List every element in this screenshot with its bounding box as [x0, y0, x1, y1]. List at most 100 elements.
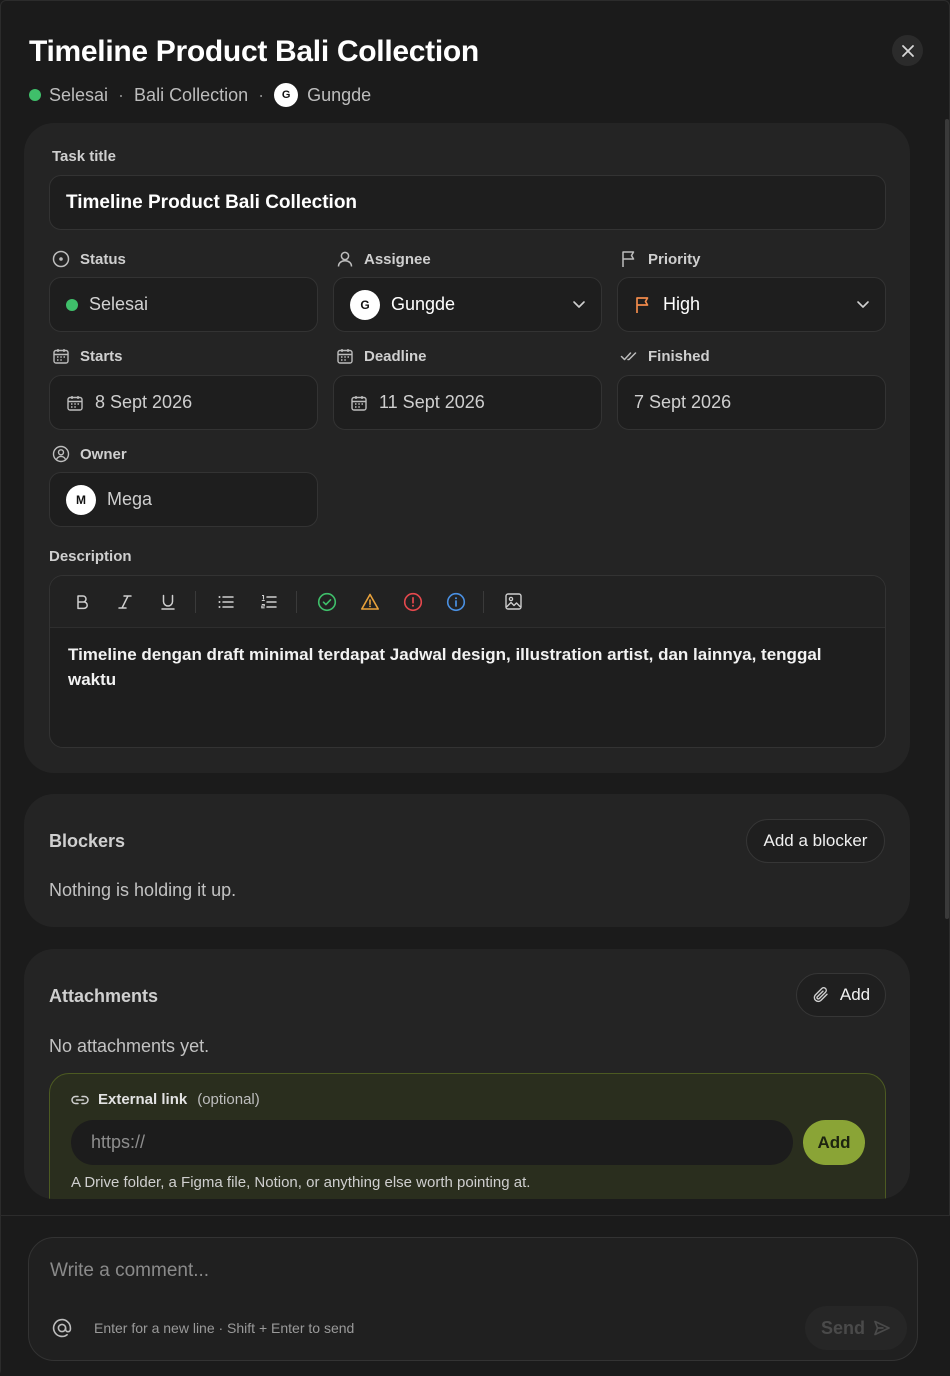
bold-button[interactable] [68, 588, 95, 615]
comment-hint: Enter for a new line · Shift + Enter to … [94, 1320, 355, 1336]
header: Timeline Product Bali Collection Selesai… [29, 35, 921, 107]
attachments-title: Attachments [49, 986, 159, 1006]
add-attachment-button[interactable]: Add [796, 973, 886, 1017]
editor-toolbar [50, 576, 885, 628]
status-label: Status [52, 250, 126, 268]
starts-label-text: Starts [80, 347, 123, 365]
chevron-down-icon [573, 301, 585, 308]
toolbar-divider [296, 590, 297, 613]
page-title: Timeline Product Bali Collection [29, 35, 479, 68]
owner-value: Mega [107, 489, 153, 509]
avatar: M [66, 484, 96, 515]
breadcrumb-separator: · [258, 84, 265, 105]
bullet-list-icon [218, 595, 234, 608]
assignee-label-text: Assignee [364, 250, 431, 268]
status-dot-icon [66, 298, 78, 311]
external-url-input[interactable]: https:// [71, 1120, 793, 1165]
breadcrumb-separator: · [118, 84, 125, 105]
alert-circle-icon [403, 592, 422, 611]
starts-date-field[interactable]: 8 Sept 2026 [49, 375, 318, 430]
numbered-list-button[interactable] [255, 588, 282, 615]
error-callout-button[interactable] [399, 588, 426, 615]
calendar-icon [53, 349, 69, 364]
task-detail-panel: Timeline Product Bali Collection Selesai… [0, 0, 950, 1376]
user-icon [337, 251, 353, 267]
priority-select[interactable]: High [617, 277, 886, 332]
numbered-list-icon [260, 594, 277, 608]
breadcrumb-status: Selesai [49, 84, 109, 105]
status-value: Selesai [89, 294, 149, 314]
breadcrumb-project[interactable]: Bali Collection [134, 85, 248, 106]
warning-callout-button[interactable] [356, 588, 383, 615]
description-editor[interactable]: Timeline dengan draft minimal terdapat J… [49, 575, 886, 748]
external-link-label: External link (optional) [70, 1091, 260, 1108]
comment-footer: Write a comment... Enter for a new line … [1, 1215, 950, 1376]
priority-label-text: Priority [648, 250, 701, 268]
comment-composer[interactable]: Write a comment... Enter for a new line … [28, 1237, 918, 1361]
avatar: G [274, 83, 299, 107]
finished-label: Finished [620, 347, 710, 365]
finished-value: 7 Sept 2026 [634, 392, 732, 412]
status-field[interactable]: Selesai [49, 277, 318, 332]
finished-date-field[interactable]: 7 Sept 2026 [617, 375, 886, 430]
starts-value: 8 Sept 2026 [95, 392, 193, 412]
check-circle-icon [317, 592, 336, 611]
calendar-icon [67, 395, 83, 411]
image-icon [505, 593, 522, 610]
attachments-empty-text: No attachments yet. [49, 1036, 210, 1056]
attachments-card: Attachments Add No attachments yet. Exte… [24, 949, 910, 1199]
paperclip-icon [813, 987, 828, 1003]
warning-icon [360, 593, 379, 610]
info-callout-button[interactable] [442, 588, 469, 615]
breadcrumb: Selesai · Bali Collection · G Gungde [29, 83, 921, 107]
status-dot-icon [29, 89, 41, 101]
underline-button[interactable] [154, 588, 181, 615]
task-title-label: Task title [52, 148, 116, 165]
finished-label-text: Finished [648, 347, 710, 365]
chevron-down-icon [857, 301, 869, 308]
starts-label: Starts [52, 347, 123, 365]
deadline-date-field[interactable]: 11 Sept 2026 [333, 375, 602, 430]
external-link-hint: A Drive folder, a Figma file, Notion, or… [71, 1174, 531, 1191]
owner-field[interactable]: M Mega [49, 472, 318, 527]
toolbar-divider [483, 590, 484, 613]
calendar-icon [351, 395, 367, 411]
assignee-select[interactable]: G Gungde [333, 277, 602, 332]
close-button[interactable] [892, 35, 923, 66]
send-icon [874, 1320, 890, 1336]
external-link-label-text: External link [98, 1091, 188, 1108]
flag-icon [636, 296, 649, 313]
italic-icon [117, 594, 132, 609]
owner-label: Owner [52, 445, 127, 463]
comment-input[interactable]: Write a comment... [50, 1260, 209, 1282]
calendar-icon [337, 349, 353, 364]
blockers-card: Blockers Add a blocker Nothing is holdin… [24, 794, 910, 927]
add-external-link-button[interactable]: Add [803, 1120, 865, 1165]
user-circle-icon [52, 445, 70, 463]
bullet-list-button[interactable] [212, 588, 239, 615]
link-icon [71, 1095, 89, 1104]
owner-label-text: Owner [80, 445, 127, 463]
status-circle-icon [52, 250, 70, 268]
avatar: G [350, 289, 380, 320]
success-callout-button[interactable] [313, 588, 340, 615]
add-attachment-label: Add [839, 985, 871, 1004]
blockers-title: Blockers [49, 831, 126, 851]
bold-icon [76, 594, 88, 609]
description-label: Description [49, 548, 132, 565]
italic-button[interactable] [111, 588, 138, 615]
description-text[interactable]: Timeline dengan draft minimal terdapat J… [50, 628, 885, 706]
close-icon [901, 44, 914, 57]
external-link-box: External link (optional) https:// Add A … [49, 1073, 886, 1199]
add-blocker-button[interactable]: Add a blocker [746, 819, 885, 863]
mention-icon[interactable] [51, 1317, 73, 1339]
info-icon [446, 592, 465, 611]
scrollbar[interactable] [945, 119, 949, 919]
insert-image-button[interactable] [500, 588, 527, 615]
send-button[interactable]: Send [805, 1306, 907, 1350]
priority-value: High [663, 294, 701, 314]
external-link-optional: (optional) [197, 1091, 260, 1108]
toolbar-divider [195, 590, 196, 613]
assignee-value: Gungde [391, 294, 456, 314]
task-title-input[interactable]: Timeline Product Bali Collection [49, 175, 886, 230]
